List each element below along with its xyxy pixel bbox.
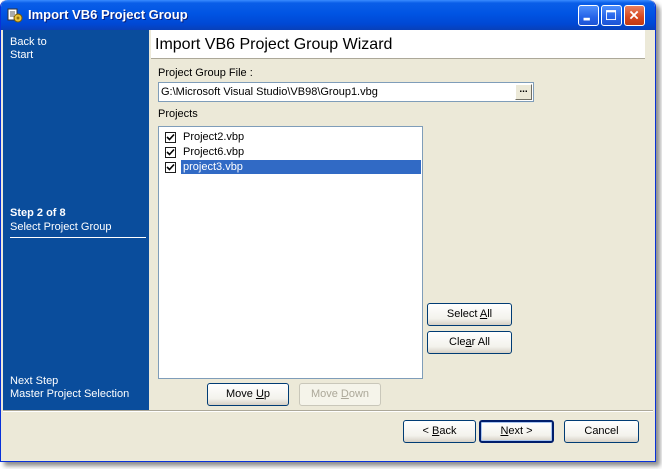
project-list-item-selected[interactable]: project3.vbp [163,159,422,175]
project-checkbox[interactable] [165,162,176,173]
footer-divider-highlight [3,411,653,412]
project-group-file-field[interactable]: ... [158,82,534,102]
close-icon [629,10,639,20]
move-down-text-end: own [348,388,370,400]
back-text: < [422,425,432,437]
browse-button[interactable]: ... [515,84,532,100]
next-step-name: Master Project Selection [10,388,130,400]
projects-listbox[interactable]: Project2.vbp Project6.vbp project3.vbp [158,126,423,379]
next-button[interactable]: Next > [479,420,554,443]
select-all-button[interactable]: Select All [427,303,512,326]
move-down-button[interactable]: Move Down [299,383,381,406]
select-all-text-end: ll [487,308,493,320]
minimize-icon [583,17,590,21]
current-step-name: Select Project Group [10,221,112,233]
header-divider [151,58,645,59]
back-to-start-link[interactable]: Back to Start [10,36,47,62]
cancel-button[interactable]: Cancel [564,420,639,443]
maximize-button[interactable] [601,5,622,26]
project-group-file-input[interactable] [159,83,515,101]
move-up-text: Move [225,388,256,400]
wizard-header: Import VB6 Project Group Wizard [151,30,645,58]
back-to-start-line2: Start [10,49,34,61]
project-name: Project6.vbp [183,146,245,158]
project-checkbox[interactable] [165,132,176,143]
back-to-start-line1: Back to [10,36,47,48]
maximize-icon [606,10,617,21]
wizard-window: Import VB6 Project Group Back to Start S… [0,0,656,462]
window-title: Import VB6 Project Group [28,7,188,22]
vb-project-icon[interactable] [7,7,23,23]
next-step-label: Next Step [10,375,59,387]
step-divider [10,237,146,238]
page-title: Import VB6 Project Group Wizard [155,36,393,53]
clear-all-text-end: r All [471,336,490,348]
checkmark-icon [166,133,175,141]
move-down-accel: D [340,388,349,400]
move-up-accel: U [255,388,264,400]
next-text-end: ext > [508,425,533,437]
project-list-item[interactable]: Project2.vbp [163,129,421,145]
back-button[interactable]: < Back [403,420,476,443]
close-button[interactable] [624,5,645,26]
checkmark-icon [166,148,175,156]
clear-all-text: Cle [449,336,466,348]
current-step-number: Step 2 of 8 [10,207,66,219]
wizard-sidebar: Back to Start Step 2 of 8 Select Project… [3,30,149,410]
minimize-button[interactable] [578,5,599,26]
title-bar[interactable]: Import VB6 Project Group [1,0,655,30]
select-all-text: Select [446,308,480,320]
project-checkbox[interactable] [165,147,176,158]
move-down-text: Move [310,388,341,400]
move-up-button[interactable]: Move Up [207,383,289,406]
clear-all-button[interactable]: Clear All [427,331,512,354]
move-up-text-end: p [263,388,271,400]
back-text-end: ack [439,425,457,437]
projects-label: Projects [158,108,198,120]
project-name: project3.vbp [180,159,422,175]
project-list-item[interactable]: Project6.vbp [163,144,421,160]
project-group-file-label: Project Group File : [158,67,253,79]
checkmark-icon [166,163,175,171]
project-name: Project2.vbp [183,131,245,143]
